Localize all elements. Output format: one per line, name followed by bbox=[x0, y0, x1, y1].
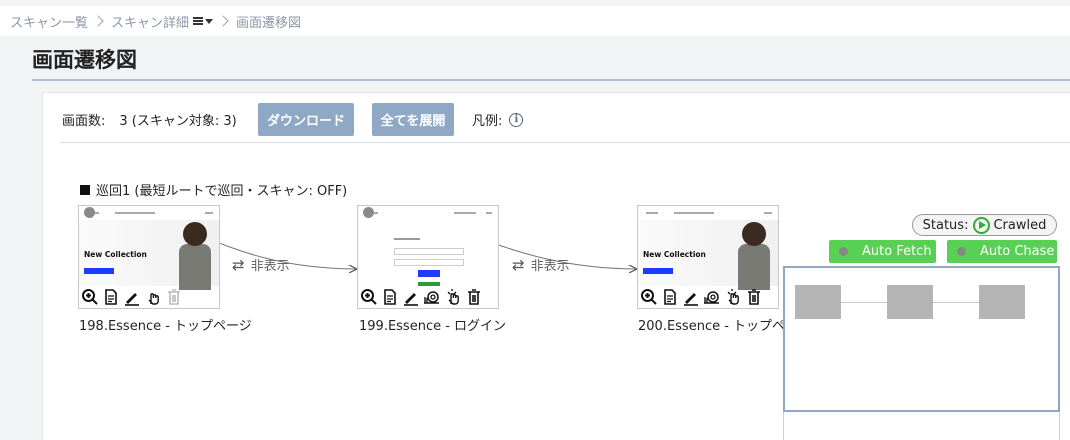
minimap-node bbox=[979, 285, 1025, 319]
snail-icon[interactable] bbox=[703, 288, 721, 306]
document-icon[interactable] bbox=[661, 288, 679, 306]
edge-toggle-1[interactable]: ⇄ 非表示 bbox=[232, 255, 290, 275]
edge-toggle-label: 非表示 bbox=[250, 259, 290, 274]
indicator-dot-icon bbox=[839, 247, 848, 256]
status-value: Crawled bbox=[993, 217, 1047, 233]
minimap-edge bbox=[841, 302, 889, 303]
document-icon[interactable] bbox=[381, 288, 399, 306]
thumbnail-nav bbox=[364, 210, 494, 216]
thumbnail-nav bbox=[644, 210, 774, 216]
hand-pointer-icon[interactable] bbox=[144, 288, 162, 306]
swap-arrows-icon: ⇄ bbox=[512, 255, 525, 274]
thumbnail-hero-button bbox=[84, 268, 114, 274]
thumbnail-model-image bbox=[175, 220, 215, 290]
node-label-198: 198.Essence - トップページ bbox=[79, 319, 252, 334]
node-handle[interactable] bbox=[363, 207, 374, 218]
thumbnail-hero-text: New Collection bbox=[643, 250, 706, 259]
screen-node-198[interactable]: New Collection bbox=[78, 205, 220, 309]
zoom-in-icon[interactable] bbox=[640, 288, 658, 306]
screen-node-200[interactable]: New Collection bbox=[637, 205, 779, 309]
node-handle[interactable] bbox=[84, 207, 95, 218]
node-actions bbox=[79, 288, 183, 308]
auto-fetch-label: Auto Fetch bbox=[862, 244, 932, 259]
document-icon[interactable] bbox=[102, 288, 120, 306]
click-hand-icon[interactable] bbox=[444, 288, 462, 306]
auto-chase-label: Auto Chase bbox=[980, 244, 1055, 259]
screen-node-199[interactable] bbox=[357, 205, 499, 309]
edge-toggle-2[interactable]: ⇄ 非表示 bbox=[512, 255, 570, 275]
status-badge: Status: Crawled bbox=[912, 214, 1057, 236]
edit-icon[interactable] bbox=[123, 288, 141, 306]
edit-icon[interactable] bbox=[402, 288, 420, 306]
thumbnail-model-image bbox=[734, 220, 774, 290]
thumbnail-login-form bbox=[394, 234, 464, 294]
trash-icon[interactable] bbox=[745, 288, 763, 306]
trash-icon[interactable] bbox=[165, 288, 183, 306]
thumbnail-hero-button bbox=[643, 268, 673, 274]
node-label-200: 200.Essence - トップペ bbox=[638, 319, 786, 334]
minimap-node bbox=[795, 285, 841, 319]
thumbnail-hero-text: New Collection bbox=[84, 250, 147, 259]
auto-fetch-button[interactable]: Auto Fetch bbox=[829, 240, 936, 263]
node-actions bbox=[638, 288, 763, 308]
swap-arrows-icon: ⇄ bbox=[232, 255, 245, 274]
auto-chase-button[interactable]: Auto Chase bbox=[947, 240, 1057, 263]
zoom-in-icon[interactable] bbox=[360, 288, 378, 306]
thumbnail-nav bbox=[85, 210, 215, 216]
snail-icon[interactable] bbox=[423, 288, 441, 306]
edge-toggle-label: 非表示 bbox=[530, 259, 570, 274]
minimap-frame-extension bbox=[783, 412, 1060, 440]
minimap-edge bbox=[933, 302, 981, 303]
zoom-in-icon[interactable] bbox=[81, 288, 99, 306]
edit-icon[interactable] bbox=[682, 288, 700, 306]
minimap[interactable] bbox=[783, 266, 1060, 412]
indicator-dot-icon bbox=[957, 247, 966, 256]
status-label: Status: bbox=[922, 217, 969, 233]
minimap-node bbox=[887, 285, 933, 319]
node-label-199: 199.Essence - ログイン bbox=[359, 319, 507, 334]
click-hand-icon[interactable] bbox=[724, 288, 742, 306]
trash-icon[interactable] bbox=[465, 288, 483, 306]
node-actions bbox=[358, 288, 483, 308]
play-circle-icon bbox=[973, 216, 991, 234]
